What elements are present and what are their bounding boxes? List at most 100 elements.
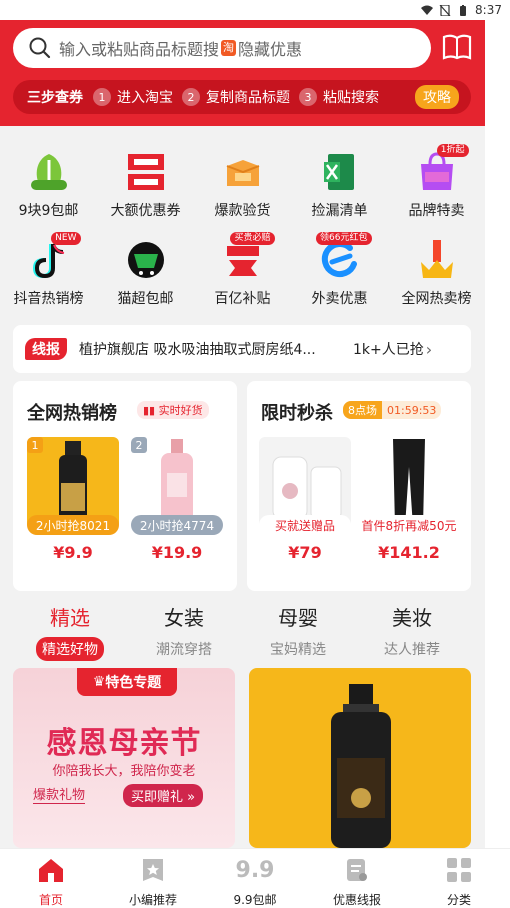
coupon-drop-icon (124, 150, 168, 194)
excel-list-icon (318, 150, 362, 194)
status-bar: 8:37 (0, 0, 510, 20)
category-tag: 领66元红包 (316, 232, 372, 245)
scroll-gutter (485, 20, 510, 848)
category-douyin-hot[interactable]: NEW 抖音热销榜 (0, 228, 97, 316)
step-2-number: 2 (182, 88, 200, 106)
mothers-day-banner[interactable]: ♛ 特色专题 感恩母亲节 你陪我长大，我陪你变老 爆款礼物 买即赠礼 » (13, 668, 235, 848)
nine-nine-icon: 9.9 (235, 857, 275, 883)
tab-beauty[interactable]: 美妆 达人推荐 (355, 600, 469, 662)
banner-button[interactable]: 买即赠礼 » (123, 784, 204, 807)
tab-mother-baby[interactable]: 母婴 宝妈精选 (241, 600, 355, 662)
book-icon[interactable] (442, 34, 472, 60)
news-badge: 线报 (25, 338, 67, 360)
category-subsidy[interactable]: 买贵必赔 百亿补贴 (194, 228, 291, 316)
promo-label: 首件8折再减50元 (362, 515, 456, 535)
crown-icon (415, 238, 459, 282)
nav-label: 小编推荐 (128, 893, 177, 907)
flash-product-1[interactable]: 买就送赠品 ¥79 (259, 437, 351, 562)
deal-news-ticker[interactable]: 线报 植护旗舰店 吸水吸油抽取式厨房纸4... 1k+人已抢 › (13, 325, 471, 373)
bar-chart-icon: ▮▮ (143, 404, 159, 417)
editor-pick-icon (139, 857, 167, 883)
header: 输入或粘贴商品标题搜 淘 隐藏优惠 三步查券 1 进入淘宝 2 复制商品标题 3… (0, 20, 485, 126)
flash-product-2[interactable]: 首件8折再减50元 ¥141.2 (362, 437, 456, 562)
tab-title: 母婴 (278, 606, 318, 630)
white-price-icon (27, 150, 71, 194)
promo-label: 买就送赠品 (259, 515, 351, 535)
nav-home[interactable]: 首页 (0, 849, 102, 908)
supermarket-icon (124, 238, 168, 282)
category-brand-sale[interactable]: 1折起 品牌特卖 (388, 140, 485, 228)
steps-lead: 三步查券 (27, 90, 83, 106)
tab-featured[interactable]: 精选 精选好物 (13, 600, 127, 662)
hot-rank-card[interactable]: 全网热销榜 ▮▮ 实时好货 1 2小时抢8021 ¥9.9 2 2小时抢4774… (13, 381, 237, 591)
nav-nine-nine[interactable]: 9.9 9.9包邮 (204, 849, 306, 908)
bottom-nav: 首页 小编推荐 9.9 9.9包邮 优惠线报 分类 (0, 848, 510, 908)
category-unbox-check[interactable]: 爆款验货 (194, 140, 291, 228)
step-2-label: 复制商品标题 (206, 90, 290, 106)
hot-product-2[interactable]: 2 2小时抢4774 ¥19.9 (131, 437, 223, 562)
tab-subtitle: 达人推荐 (384, 642, 440, 658)
category-big-coupon[interactable]: 大额优惠券 (97, 140, 194, 228)
feed-tabs: 精选 精选好物 女装 潮流穿搭 母婴 宝妈精选 美妆 达人推荐 (13, 600, 471, 662)
search-input[interactable]: 输入或粘贴商品标题搜 淘 隐藏优惠 (13, 28, 431, 68)
category-label: 大额优惠券 (110, 203, 181, 219)
unbox-icon (221, 150, 265, 194)
nav-category[interactable]: 分类 (408, 849, 510, 908)
banner-headline: 感恩母亲节 (46, 726, 202, 761)
session-countdown: 8点场 01:59:53 (343, 401, 442, 419)
category-label: 爆款验货 (214, 203, 271, 219)
category-label: 9块9包邮 (18, 203, 79, 219)
category-label: 全网热卖榜 (401, 291, 472, 307)
nav-label: 分类 (446, 893, 471, 907)
banner-left-label: 爆款礼物 (33, 784, 86, 804)
tab-womens-wear[interactable]: 女装 潮流穿搭 (127, 600, 241, 662)
category-label: 猫超包邮 (117, 291, 174, 307)
step-1-label: 进入淘宝 (117, 90, 173, 106)
search-icon (29, 37, 51, 59)
category-label: 百亿补贴 (214, 291, 271, 307)
session-label: 8点场 (343, 401, 382, 419)
guide-button[interactable]: 攻略 (415, 85, 459, 109)
crown-icon: ♛ (92, 674, 106, 690)
product-price: ¥79 (288, 543, 322, 562)
category-label: 品牌特卖 (408, 203, 465, 219)
nav-editor-pick[interactable]: 小编推荐 (102, 849, 204, 908)
hot-rank-title: 全网热销榜 (27, 403, 117, 424)
eleme-icon: 领66元红包 (316, 232, 372, 282)
topic-tag: ♛ 特色专题 (77, 668, 177, 696)
flash-sale-card[interactable]: 限时秒杀 8点场 01:59:53 买就送赠品 ¥79 首件8折再减50元 ¥1… (247, 381, 471, 591)
category-bargain-list[interactable]: 捡漏清单 (291, 140, 388, 228)
tab-title: 女装 (164, 606, 204, 630)
realtime-badge-label: 实时好货 (158, 404, 203, 417)
nav-label: 首页 (38, 893, 63, 907)
search-placeholder-post: 隐藏优惠 (238, 40, 303, 59)
product-price: ¥141.2 (378, 543, 440, 562)
wifi-icon (421, 5, 434, 15)
rank-badge: 2 (131, 437, 147, 453)
category-takeout[interactable]: 领66元红包 外卖优惠 (291, 228, 388, 316)
feed-product-card[interactable] (249, 668, 471, 848)
category-tmall-supermarket[interactable]: 猫超包邮 (97, 228, 194, 316)
category-tag: NEW (51, 232, 81, 245)
no-sim-icon (439, 4, 451, 16)
step-3-number: 3 (299, 88, 317, 106)
category-label: 抖音热销榜 (13, 291, 84, 307)
battery-icon (460, 4, 467, 16)
ju-icon: 买贵必赔 (221, 232, 275, 282)
tab-title: 精选 (50, 606, 90, 630)
category-hot-rank[interactable]: 全网热卖榜 (388, 228, 485, 316)
topic-tag-label: 特色专题 (105, 675, 162, 691)
category-tag: 买贵必赔 (230, 232, 275, 245)
hot-product-1[interactable]: 1 2小时抢8021 ¥9.9 (27, 437, 119, 562)
tiktok-icon: NEW (27, 232, 81, 282)
sale-bag-icon: 1折起 (415, 144, 469, 194)
nav-label: 9.9包邮 (233, 893, 277, 907)
category-tag: 1折起 (436, 144, 469, 157)
status-time: 8:37 (475, 3, 502, 17)
tab-subtitle: 潮流穿搭 (156, 642, 212, 658)
countdown-timer: 01:59:53 (387, 403, 437, 417)
tab-subtitle: 精选好物 (36, 637, 104, 661)
nav-deal-report[interactable]: 优惠线报 (306, 849, 408, 908)
sold-label: 2小时抢4774 (131, 515, 223, 535)
category-9-9-free-shipping[interactable]: 9块9包邮 (0, 140, 97, 228)
